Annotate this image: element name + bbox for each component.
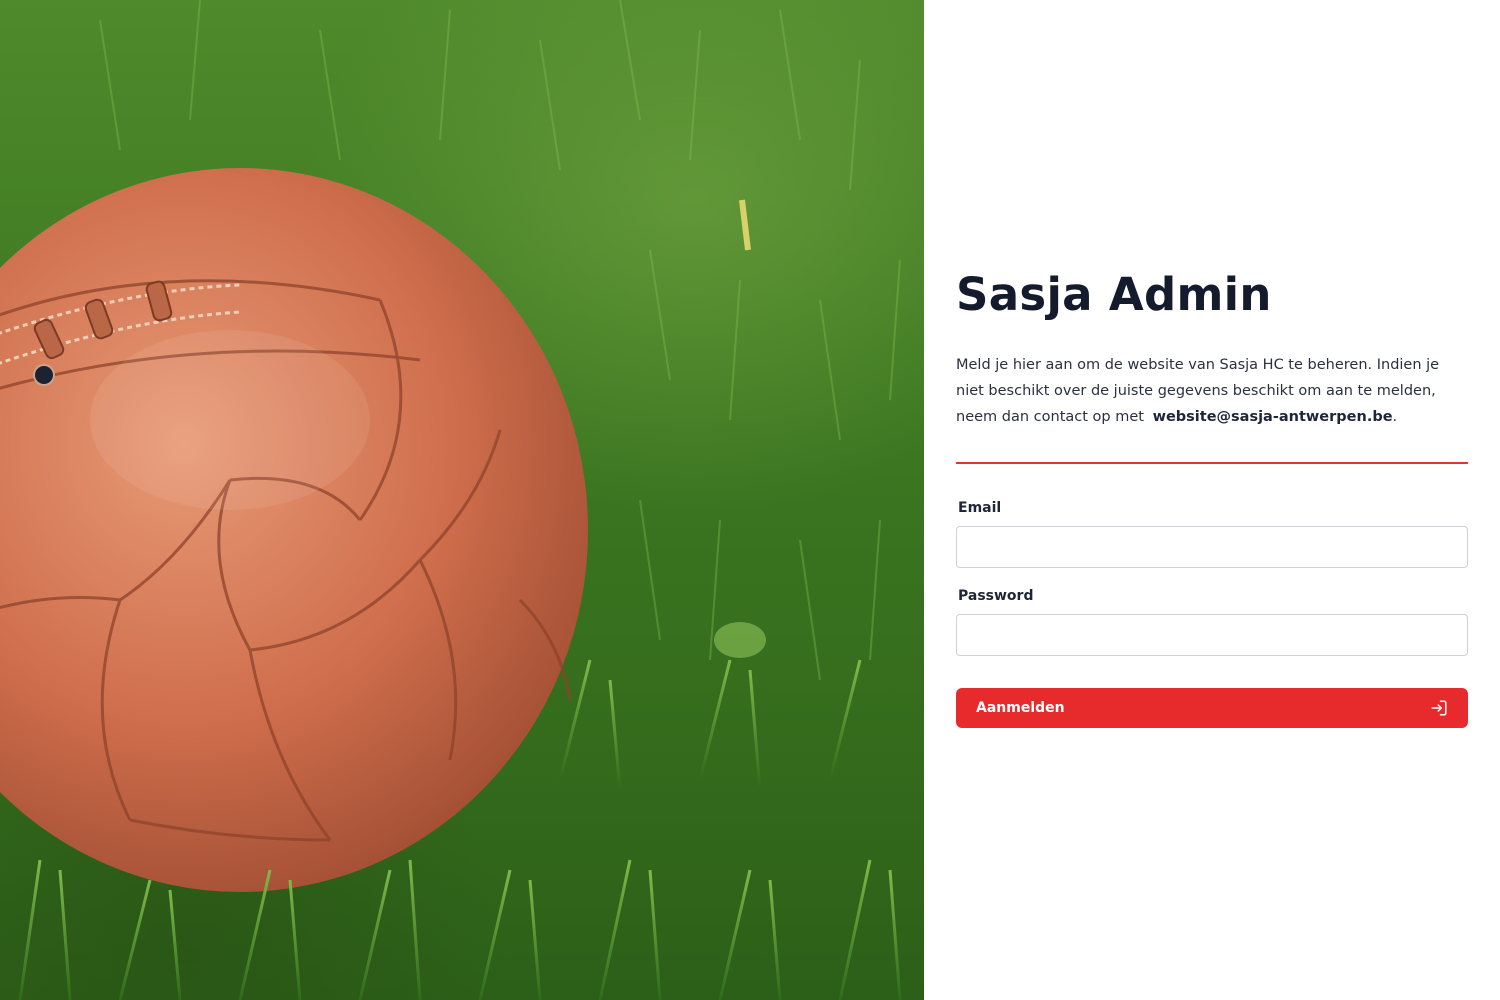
login-button[interactable]: Aanmelden	[956, 688, 1468, 728]
login-panel: Sasja Admin Meld je hier aan om de websi…	[924, 0, 1500, 1000]
password-label: Password	[958, 588, 1034, 604]
email-field[interactable]	[956, 526, 1468, 568]
email-label: Email	[958, 500, 1002, 516]
password-field[interactable]	[956, 614, 1468, 656]
football-illustration	[0, 0, 902, 1000]
hero-image	[0, 0, 924, 1000]
login-icon	[1431, 700, 1447, 716]
intro-text: Meld je hier aan om de website van Sasja…	[956, 352, 1468, 430]
page-title: Sasja Admin	[956, 268, 1272, 321]
contact-email-link[interactable]: website@sasja-antwerpen.be	[1153, 409, 1393, 425]
intro-end: .	[1392, 409, 1398, 425]
login-button-label: Aanmelden	[976, 700, 1065, 716]
section-divider	[956, 462, 1468, 464]
